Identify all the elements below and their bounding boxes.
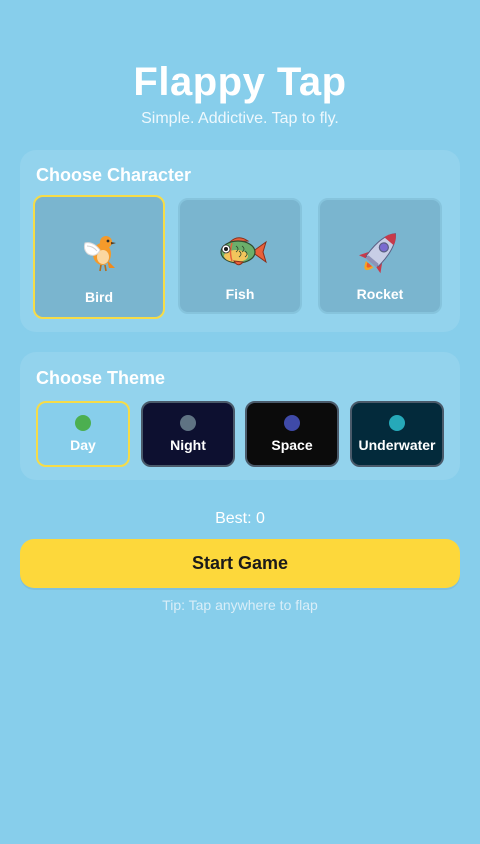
- theme-label-underwater: Underwater: [358, 437, 436, 453]
- theme-label-day: Day: [70, 437, 96, 453]
- theme-button-day[interactable]: Day: [36, 401, 130, 467]
- theme-panel: Choose Theme Day Night Space Underwater: [20, 352, 460, 480]
- best-score: Best: 0: [215, 510, 265, 527]
- theme-button-night[interactable]: Night: [141, 401, 235, 467]
- game-subtitle: Simple. Addictive. Tap to fly.: [141, 110, 339, 127]
- theme-label-space: Space: [271, 437, 313, 453]
- character-label-fish: Fish: [225, 286, 255, 302]
- character-label-rocket: Rocket: [356, 286, 404, 302]
- theme-dot-day: [75, 415, 91, 431]
- theme-button-underwater[interactable]: Underwater: [350, 401, 444, 467]
- theme-button-space[interactable]: Space: [245, 401, 339, 467]
- game-title: Flappy Tap: [133, 60, 347, 104]
- character-card-rocket[interactable]: Rocket: [318, 198, 442, 314]
- character-card-fish[interactable]: Fish: [178, 198, 302, 314]
- tip-text: Tip: Tap anywhere to flap: [162, 597, 318, 613]
- character-heading: Choose Character: [36, 165, 192, 185]
- character-panel: Choose Character Bird Fish Rocket: [20, 150, 460, 332]
- bird-icon: [83, 236, 116, 272]
- theme-dot-space: [284, 415, 300, 431]
- rocket-icon: [358, 233, 396, 274]
- character-label-bird: Bird: [85, 289, 113, 305]
- theme-heading: Choose Theme: [36, 368, 166, 388]
- fish-icon: [220, 237, 267, 266]
- theme-label-night: Night: [170, 437, 206, 453]
- start-game-button[interactable]: Start Game: [20, 539, 460, 588]
- theme-dot-underwater: [389, 415, 405, 431]
- character-card-bird[interactable]: Bird: [33, 195, 165, 319]
- theme-dot-night: [180, 415, 196, 431]
